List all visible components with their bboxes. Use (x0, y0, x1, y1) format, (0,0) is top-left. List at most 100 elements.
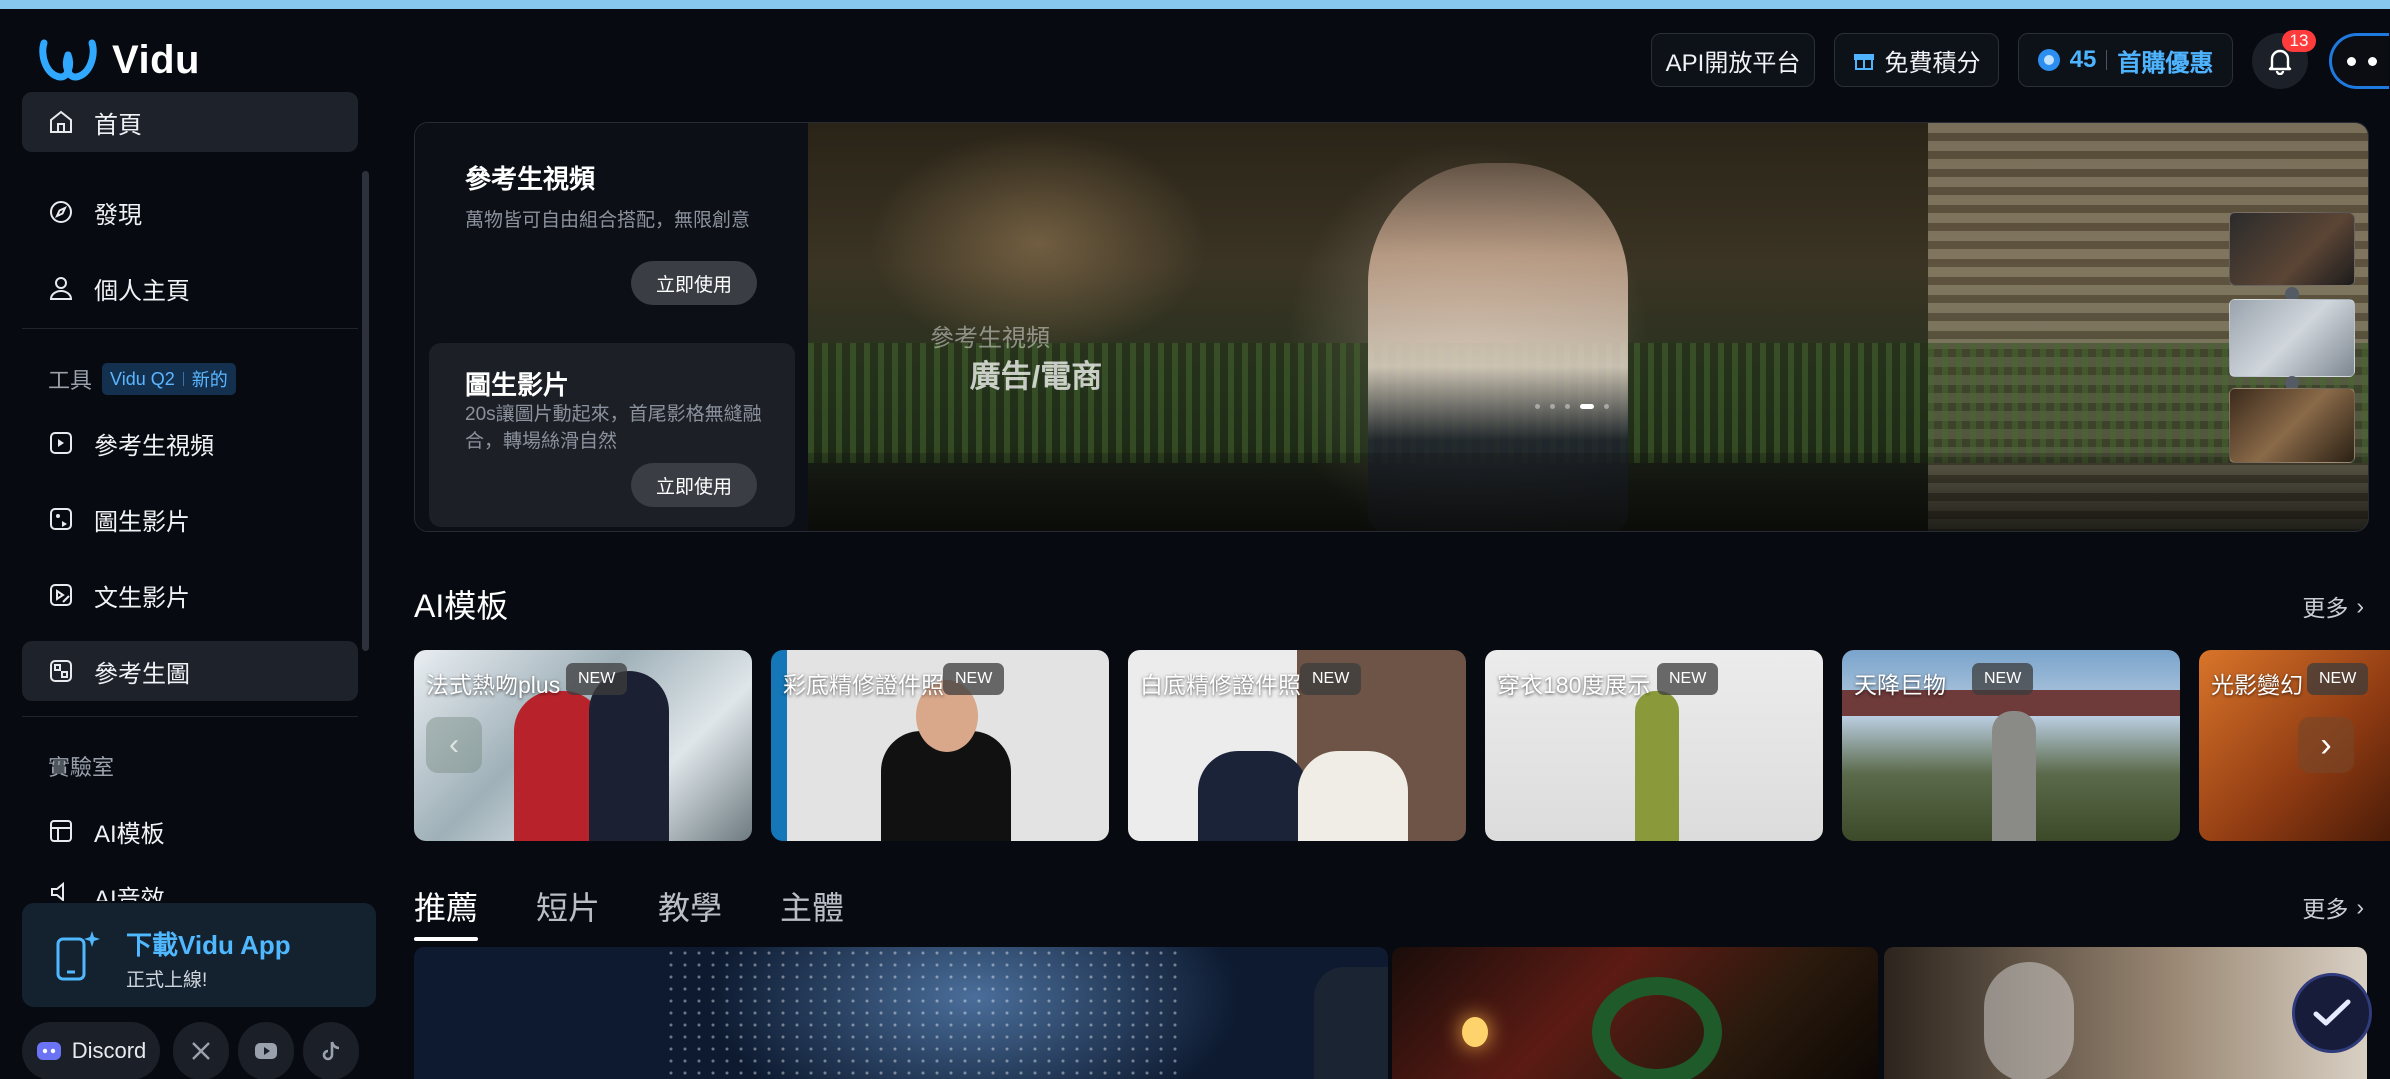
feed-statue (1314, 967, 1388, 1079)
lab-section-label: 實驗室 (48, 750, 114, 782)
credits-button[interactable]: 45 首購優惠 (2018, 33, 2233, 87)
sidebar-item-home[interactable]: 首頁 (22, 92, 358, 152)
pagination-dot[interactable] (1565, 404, 1570, 409)
pagination-dot[interactable] (1550, 404, 1555, 409)
templates-more-link[interactable]: 更多 › (2302, 589, 2364, 623)
feature-card-reference-video[interactable]: 參考生視頻 萬物皆可自由組合搭配，無限創意 立即使用 (429, 123, 795, 313)
new-badge: NEW (943, 663, 1005, 695)
sidebar-item-discover[interactable]: 發現 (22, 182, 358, 242)
compass-icon (50, 201, 72, 223)
feed-more-link[interactable]: 更多 › (2302, 890, 2364, 924)
image-to-video-icon (50, 508, 72, 530)
top-header: Vidu API開放平台 免費積分 45 首購優惠 13 (0, 9, 2390, 116)
template-figure (1992, 711, 2036, 841)
new-badge: NEW (566, 663, 628, 695)
template-card[interactable]: 白底精修證件照 NEW (1128, 650, 1466, 841)
use-now-button[interactable]: 立即使用 (631, 463, 757, 507)
home-icon (50, 110, 72, 133)
carousel-next-button[interactable]: › (2298, 717, 2354, 773)
tab-subjects[interactable]: 主體 (780, 883, 844, 941)
api-platform-label: API開放平台 (1665, 49, 1801, 77)
logo[interactable]: Vidu (38, 35, 200, 85)
carousel-prev-button[interactable]: ‹ (426, 717, 482, 773)
sidebar-divider (22, 328, 358, 329)
sidebar-item-ai-audio[interactable]: AI音效 (22, 873, 358, 901)
tiktok-button[interactable] (303, 1022, 359, 1079)
sidebar-item-label: 文生影片 (94, 584, 190, 612)
api-platform-button[interactable]: API開放平台 (1651, 33, 1815, 87)
gift-icon (1853, 54, 1874, 70)
x-logo-icon (192, 1042, 210, 1060)
x-social-button[interactable] (173, 1022, 229, 1079)
template-label: 穿衣180度展示 (1497, 672, 1651, 698)
free-credits-label: 免費積分 (1884, 49, 1981, 77)
template-card[interactable]: 穿衣180度展示 NEW (1485, 650, 1823, 841)
logo-text: Vidu (112, 37, 200, 82)
template-card[interactable]: 光影變幻 NEW (2199, 650, 2390, 841)
sidebar-item-label: 參考生視頻 (94, 432, 214, 460)
hero-thumbnail[interactable] (2229, 299, 2355, 377)
reference-image-icon (50, 660, 72, 682)
credits-count: 45 (2069, 46, 2097, 73)
model-tag-divider (182, 372, 184, 386)
hero-thumbnail[interactable] (2229, 212, 2355, 286)
feature-card-desc: 20s讓圖片動起來，首尾影格無縫融合，轉場絲滑自然 (465, 404, 762, 452)
template-figure (1198, 751, 1308, 841)
chevron-left-icon: ‹ (449, 728, 459, 761)
template-label: 光影變幻 (2211, 672, 2303, 698)
chevron-right-icon: › (2356, 592, 2364, 619)
more-label: 更多 (2302, 896, 2349, 922)
discord-icon (36, 1042, 61, 1060)
feature-card-image-to-video[interactable]: 圖生影片 20s讓圖片動起來，首尾影格無縫融合，轉場絲滑自然 立即使用 (429, 343, 795, 527)
model-tag: Vidu Q2 新的 (102, 363, 236, 395)
template-card[interactable]: 天降巨物 NEW (1842, 650, 2180, 841)
avatar-face-icon (2347, 57, 2377, 67)
feed-wreath (1592, 977, 1722, 1079)
tools-heading: 工具 (48, 368, 93, 393)
free-credits-button[interactable]: 免費積分 (1834, 33, 1999, 87)
template-label: 白底精修證件照 (1140, 672, 1301, 698)
hero-thumbnail[interactable] (2229, 388, 2355, 463)
vidu-logo-icon (39, 39, 97, 81)
template-figure (1298, 751, 1408, 841)
sidebar-divider (22, 716, 358, 717)
pagination-dot[interactable] (1604, 404, 1609, 409)
tab-recommended[interactable]: 推薦 (414, 883, 479, 941)
download-app-card[interactable]: 下載Vidu App 正式上線! (22, 903, 376, 1007)
feed-card[interactable] (414, 947, 1388, 1079)
sidebar-item-label: AI模板 (94, 820, 165, 848)
tab-shorts[interactable]: 短片 (536, 883, 600, 941)
hero-table (808, 453, 2368, 531)
hero-caption: 廣告/電商 (969, 359, 1103, 394)
tab-tutorials[interactable]: 教學 (658, 883, 722, 941)
template-label: 法式熱吻plus (426, 672, 561, 698)
floating-action-button[interactable] (2292, 973, 2372, 1053)
sidebar-item-profile[interactable]: 個人主頁 (22, 258, 358, 318)
model-tag-name: Vidu Q2 (110, 368, 175, 389)
template-card[interactable]: 彩底精修證件照 NEW (771, 650, 1109, 841)
sidebar-item-ai-templates[interactable]: AI模板 (22, 801, 358, 861)
pagination-dot[interactable] (1535, 404, 1540, 409)
text-to-video-icon (50, 584, 72, 606)
sidebar-item-reference-image[interactable]: 參考生圖 (22, 641, 358, 701)
lab-heading: 實驗室 (48, 755, 115, 780)
use-now-button[interactable]: 立即使用 (631, 261, 757, 305)
sidebar-item-reference-video[interactable]: 參考生視頻 (22, 413, 358, 473)
template-figure (1635, 691, 1679, 841)
youtube-button[interactable] (238, 1022, 294, 1079)
sidebar-item-text-to-video[interactable]: 文生影片 (22, 565, 358, 625)
feed-card[interactable] (1392, 947, 1878, 1079)
tiktok-icon (322, 1041, 340, 1061)
avatar[interactable] (2329, 33, 2389, 89)
template-label: 天降巨物 (1854, 672, 1946, 698)
pagination-dot-active[interactable] (1580, 404, 1594, 409)
hero-caption-small: 參考生視頻 (930, 325, 1050, 352)
first-purchase-label: 首購優惠 (2117, 49, 2214, 77)
feed-bulb (1462, 1017, 1488, 1047)
sidebar-item-image-to-video[interactable]: 圖生影片 (22, 489, 358, 549)
more-label: 更多 (2302, 595, 2349, 621)
discord-button[interactable]: Discord (22, 1022, 160, 1079)
sidebar-item-label: 發現 (94, 201, 142, 229)
hero-pagination[interactable] (1535, 404, 1609, 409)
sidebar-scrollbar[interactable] (362, 171, 369, 651)
